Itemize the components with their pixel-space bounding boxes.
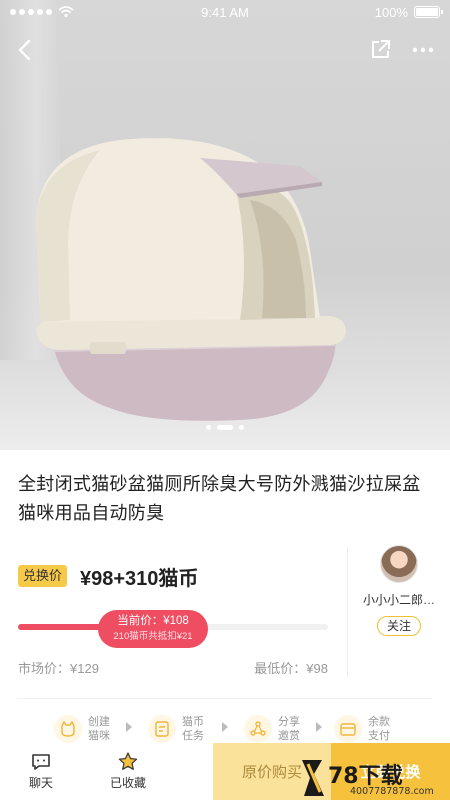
avatar[interactable] — [380, 545, 418, 583]
exchange-price: ¥98+310猫币 — [80, 568, 199, 590]
share-icon[interactable] — [368, 38, 392, 62]
step-label: 猫咪 — [88, 730, 110, 742]
divider — [347, 548, 348, 676]
product-title: 全封闭式猫砂盆猫厕所除臭大号防外溅猫沙拉屎盆猫咪用品自动防臭 — [18, 474, 421, 523]
exchange-tag: 兑换价 — [18, 565, 68, 587]
follow-button[interactable]: 关注 — [377, 616, 421, 636]
chat-label: 聊天 — [28, 775, 53, 790]
wifi-icon — [58, 6, 74, 18]
current-price: 当前价：¥108 — [117, 615, 189, 627]
star-icon — [118, 752, 138, 770]
step-label: 邀赏 — [278, 730, 300, 742]
more-icon[interactable] — [410, 38, 436, 62]
step-label: 支付 — [368, 730, 390, 742]
battery-icon — [414, 6, 443, 18]
top-nav — [0, 30, 450, 70]
arrow-right-icon — [126, 722, 132, 732]
share-node-icon — [244, 715, 272, 743]
image-pager-dots — [0, 425, 450, 430]
chat-icon — [32, 753, 50, 770]
step-label: 猫币 — [182, 716, 204, 728]
current-price-bubble: 当前价：¥108 210猫币共抵扣¥21 — [98, 610, 208, 648]
chat-button[interactable]: 聊天 — [0, 743, 82, 800]
cat-icon — [54, 715, 82, 743]
battery-percent: 100% — [374, 4, 408, 20]
favorite-label: 已收藏 — [109, 776, 146, 790]
market-price: 市场价：¥129 — [18, 661, 99, 676]
step-label: 任务 — [182, 730, 204, 742]
wallet-icon — [334, 715, 362, 743]
step-label: 创建 — [88, 716, 110, 728]
step-label: 余款 — [368, 716, 390, 728]
watermark-url: 4007787878.com — [350, 786, 434, 797]
arrow-right-icon — [316, 722, 322, 732]
task-icon — [148, 715, 176, 743]
signal-icon — [10, 9, 52, 15]
seller-card[interactable]: 小小小二郎… 关注 — [352, 545, 446, 636]
divider — [18, 698, 432, 699]
step-label: 分享 — [278, 716, 300, 728]
seller-name[interactable]: 小小小二郎… — [352, 591, 446, 608]
arrow-right-icon — [222, 722, 228, 732]
back-icon[interactable] — [12, 36, 40, 64]
coin-deduct-text: 210猫币共抵扣¥21 — [113, 631, 193, 642]
favorite-button[interactable]: 已收藏 — [82, 743, 174, 800]
status-bar: 9:41 AM 100% — [0, 0, 450, 24]
lowest-price: 最低价：¥98 — [254, 661, 328, 676]
price-section: 兑换价 ¥98+310猫币 当前价：¥108 210猫币共抵扣¥21 市场价：¥… — [18, 560, 336, 680]
